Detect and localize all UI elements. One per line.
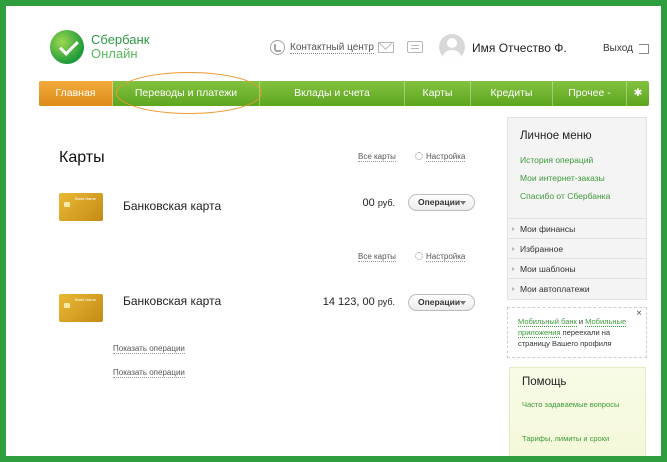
nav-item-deposits[interactable]: Вклады и счета <box>260 81 405 106</box>
logout-button[interactable]: Выход <box>603 43 649 54</box>
contact-center-link[interactable]: Контактный центр <box>270 40 374 55</box>
logo-line1: Сбербанк <box>91 32 150 47</box>
moved-notice: Мобильный банк и Мобильные приложения пе… <box>507 307 647 358</box>
settings-gear-icon <box>415 252 423 260</box>
help-panel: Помощь Часто задаваемые вопросы Тарифы, … <box>509 367 646 456</box>
side-link-history[interactable]: История операций <box>520 155 593 165</box>
personal-menu: Личное меню История операций Мои интерне… <box>507 117 647 300</box>
side-row-favorites[interactable]: Избранное <box>508 238 646 258</box>
arrow-right-icon <box>512 287 515 291</box>
nav-item-credits[interactable]: Кредиты <box>471 81 553 106</box>
sberbank-logo[interactable]: Сбербанк Онлайн <box>50 30 149 64</box>
phone-icon <box>270 40 285 55</box>
card-image[interactable]: Bank Name <box>59 294 103 322</box>
operations-label: Операции <box>418 197 461 207</box>
side-row-finances[interactable]: Мои финансы <box>508 218 646 238</box>
side-row-label: Мои шаблоны <box>520 264 576 274</box>
card-name[interactable]: Банковская карта <box>123 199 221 213</box>
show-operations-link[interactable]: Показать операции <box>113 344 185 354</box>
card-currency: руб. <box>377 297 395 307</box>
mail-icon[interactable] <box>378 42 394 53</box>
logo-line2: Онлайн <box>91 46 138 61</box>
show-operations-link[interactable]: Показать операции <box>113 368 185 378</box>
card-bank-text: Bank Name <box>75 196 96 201</box>
operations-button[interactable]: Операции <box>408 194 475 211</box>
contact-center-label: Контактный центр <box>290 41 374 54</box>
arrow-right-icon <box>512 267 515 271</box>
highlight-annotation <box>116 72 262 114</box>
chevron-down-icon <box>460 201 466 205</box>
close-icon[interactable]: × <box>636 308 642 319</box>
nav-item-main[interactable]: Главная <box>39 81 113 106</box>
settings-label: Настройка <box>426 252 466 262</box>
notice-and: и <box>576 317 586 326</box>
gear-icon: ✱ <box>633 87 643 99</box>
card-balance: 00 руб. <box>295 197 395 209</box>
operations-label: Операции <box>418 297 461 307</box>
username[interactable]: Имя Отчество Ф. <box>472 41 567 55</box>
side-row-templates[interactable]: Мои шаблоны <box>508 258 646 278</box>
logo-text: Сбербанк Онлайн <box>91 33 149 61</box>
avatar[interactable] <box>439 34 465 60</box>
logout-icon <box>638 43 649 54</box>
help-title: Помощь <box>522 376 567 388</box>
chat-icon[interactable] <box>407 41 423 53</box>
card-image[interactable]: Bank Name <box>59 193 103 221</box>
sberbank-logo-icon <box>50 30 84 64</box>
nav-item-other[interactable]: Прочее - <box>553 81 627 106</box>
side-link-spasibo[interactable]: Спасибо от Сбербанка <box>520 191 610 201</box>
help-link-faq[interactable]: Часто задаваемые вопросы <box>522 400 622 410</box>
page-title: Карты <box>59 149 105 166</box>
card-balance-value: 14 123, 00 <box>322 296 375 308</box>
settings-link[interactable]: Настройка <box>415 152 466 162</box>
nav-item-cards[interactable]: Карты <box>405 81 471 106</box>
side-row-label: Мои автоплатежи <box>520 284 590 294</box>
card-name[interactable]: Банковская карта <box>123 294 221 308</box>
settings-gear-icon <box>415 152 423 160</box>
all-cards-link[interactable]: Все карты <box>358 252 396 262</box>
operations-button[interactable]: Операции <box>408 294 475 311</box>
side-row-label: Избранное <box>520 244 564 254</box>
side-row-autopayments[interactable]: Мои автоплатежи <box>508 278 646 298</box>
side-row-label: Мои финансы <box>520 224 576 234</box>
card-balance: 14 123, 00 руб. <box>295 296 395 308</box>
settings-label: Настройка <box>426 152 466 162</box>
help-link-tariffs[interactable]: Тарифы, лимиты и сроки <box>522 434 622 444</box>
chevron-down-icon <box>460 301 466 305</box>
settings-link[interactable]: Настройка <box>415 252 466 262</box>
all-cards-link[interactable]: Все карты <box>358 152 396 162</box>
nav-settings-button[interactable]: ✱ <box>627 81 649 106</box>
app-frame: Сбербанк Онлайн Контактный центр Имя Отч… <box>0 0 667 462</box>
logout-label: Выход <box>603 43 633 54</box>
card-currency: руб. <box>377 198 395 208</box>
personal-menu-title: Личное меню <box>520 130 592 142</box>
arrow-right-icon <box>512 227 515 231</box>
card-bank-text: Bank Name <box>75 297 96 302</box>
mobile-bank-link[interactable]: Мобильный банк <box>518 317 577 327</box>
side-link-orders[interactable]: Мои интернет-заказы <box>520 173 605 183</box>
arrow-right-icon <box>512 247 515 251</box>
card-balance-value: 00 <box>362 197 375 209</box>
